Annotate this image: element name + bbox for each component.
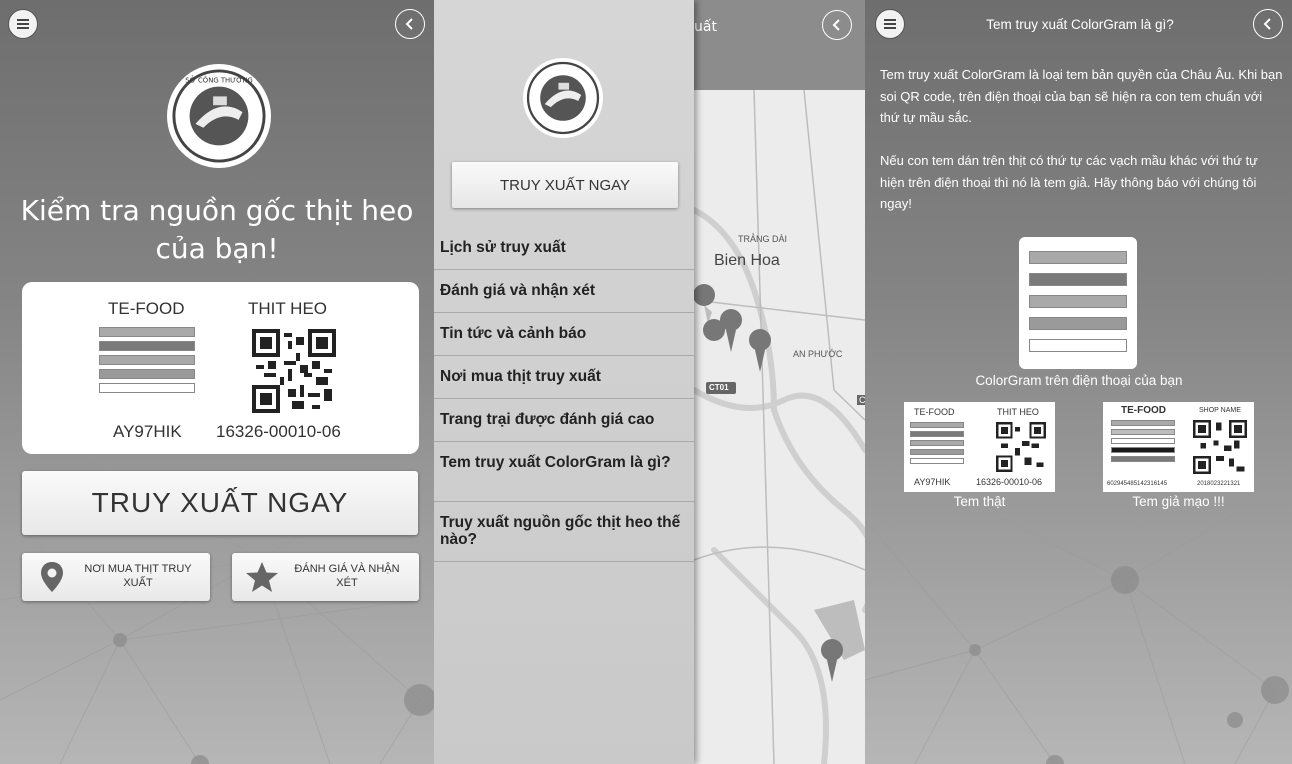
- menu-item-reviews[interactable]: Đánh giá và nhận xét: [434, 270, 694, 313]
- menu-icon: [884, 19, 896, 29]
- color-bars: [99, 327, 195, 397]
- color-bar: [1029, 295, 1127, 308]
- star-icon: [246, 562, 278, 592]
- map-road-edge-label: C: [857, 395, 865, 405]
- rate-review-button[interactable]: ĐÁNH GIÁ VÀ NHẬN XÉT: [232, 553, 419, 601]
- color-bar: [910, 449, 964, 455]
- fake-qr-code: [1193, 420, 1247, 474]
- real-code-left: AY97HIK: [914, 477, 951, 487]
- real-label-card: TE-FOOD THIT HEO AY97HIK 16326-00010-06: [904, 402, 1055, 492]
- menu-icon: [17, 19, 29, 29]
- menu-item-news[interactable]: Tin tức và cảnh báo: [434, 313, 694, 356]
- color-bar: [99, 369, 195, 379]
- color-bar: [910, 458, 964, 464]
- department-logo: SỞ CÔNG THƯƠNG: [167, 64, 271, 168]
- sample-colorgram-card: TE-FOOD THIT HEO AY97HIK 16326-00010-06: [22, 282, 419, 454]
- trace-now-button[interactable]: TRUY XUẤT NGAY: [22, 471, 418, 535]
- card-code-right: 16326-00010-06: [216, 422, 341, 441]
- menu-item-history[interactable]: Lịch sử truy xuất: [434, 227, 694, 270]
- nav-drawer: TRUY XUẤT NGAY Lịch sử truy xuất Đánh gi…: [434, 0, 694, 764]
- color-bar: [99, 327, 195, 337]
- color-bar: [910, 431, 964, 437]
- map-header-title: uất: [694, 19, 717, 35]
- color-bar: [99, 355, 195, 365]
- real-brand: TE-FOOD: [914, 407, 955, 417]
- card-product: THIT HEO: [248, 299, 328, 318]
- color-bar: [1111, 429, 1175, 435]
- color-bar: [1029, 317, 1127, 330]
- color-bar: [1111, 456, 1175, 462]
- color-bar: [1029, 273, 1127, 286]
- fake-color-bars: [1111, 420, 1175, 462]
- real-product: THIT HEO: [997, 407, 1039, 417]
- map-header: uất: [694, 0, 865, 90]
- page-title: Tem truy xuất ColorGram là gì?: [986, 17, 1174, 32]
- back-button[interactable]: [1253, 9, 1283, 39]
- map-road-label: CT01: [709, 383, 729, 392]
- map-canvas: [694, 90, 865, 764]
- menu-item-colorgram[interactable]: Tem truy xuất ColorGram là gì?: [434, 442, 694, 502]
- color-bar: [1111, 438, 1175, 444]
- menu-button[interactable]: [875, 9, 905, 39]
- menu-item-where-to-buy[interactable]: Nơi mua thịt truy xuất: [434, 356, 694, 399]
- qr-code: [252, 329, 336, 413]
- map-label-an-phuoc: AN PHƯỚC: [793, 349, 843, 359]
- fake-shop-name: SHOP NAME: [1199, 407, 1241, 414]
- back-button[interactable]: [395, 9, 425, 39]
- where-to-buy-label: NƠI MUA THỊT TRUY XUẤT: [84, 563, 192, 589]
- color-bar: [910, 440, 964, 446]
- color-bar: [910, 422, 964, 428]
- svg-text:SỞ CÔNG THƯƠNG: SỞ CÔNG THƯƠNG: [185, 75, 253, 85]
- card-code-left: AY97HIK: [113, 422, 182, 441]
- drawer-menu: Lịch sử truy xuất Đánh giá và nhận xét T…: [434, 227, 694, 562]
- fake-code-right: 2018023221321: [1197, 481, 1241, 487]
- color-bar: [1111, 447, 1175, 453]
- home-screen: SỞ CÔNG THƯƠNG Kiểm tra nguồn gốc thịt h…: [0, 0, 434, 764]
- phone-colorgram-card: [1019, 237, 1137, 369]
- menu-item-how-to-trace[interactable]: Truy xuất nguồn gốc thịt heo thế nào?: [434, 502, 694, 562]
- fake-code-left: 602945485142316145: [1107, 481, 1168, 487]
- rate-review-label: ĐÁNH GIÁ VÀ NHẬN XÉT: [294, 563, 400, 589]
- menu-item-top-farms[interactable]: Trang trại được đánh giá cao: [434, 399, 694, 442]
- color-bar: [1029, 251, 1127, 264]
- intro-paragraph: Tem truy xuất ColorGram là loại tem bản …: [880, 67, 1283, 125]
- back-icon: [405, 18, 413, 30]
- map-view[interactable]: uất TRẢNG DÀI Bien Hoa AN PHƯỚC CT01 C: [694, 0, 865, 764]
- real-qr-code: [996, 422, 1046, 472]
- color-bar: [99, 383, 195, 393]
- back-icon: [1263, 18, 1271, 30]
- map-pin-icon: [41, 562, 63, 592]
- drawer-logo: [523, 58, 603, 138]
- drawer-screen: uất TRẢNG DÀI Bien Hoa AN PHƯỚC CT01 C T…: [434, 0, 865, 764]
- fake-label-caption: Tem giả mạo !!!: [1132, 494, 1225, 509]
- warning-paragraph: Nếu con tem dán trên thịt có thứ tự các …: [880, 153, 1258, 211]
- color-bar: [99, 341, 195, 351]
- fake-label-card: TE-FOOD SHOP NAME 602945485142316145 201…: [1103, 402, 1254, 492]
- real-color-bars: [910, 422, 964, 464]
- map-back-button[interactable]: [822, 10, 852, 40]
- real-label-caption: Tem thật: [953, 494, 1006, 509]
- back-icon: [832, 19, 840, 31]
- card-brand: TE-FOOD: [108, 299, 185, 318]
- where-to-buy-button[interactable]: NƠI MUA THỊT TRUY XUẤT: [22, 553, 210, 601]
- page-title: Kiểm tra nguồn gốc thịt heo của bạn!: [20, 194, 414, 265]
- color-bar: [1029, 339, 1127, 352]
- drawer-trace-now-button[interactable]: TRUY XUẤT NGAY: [452, 162, 678, 208]
- fake-brand: TE-FOOD: [1121, 405, 1166, 416]
- real-code-right: 16326-00010-06: [976, 477, 1043, 487]
- map-label-bien-hoa: Bien Hoa: [714, 252, 780, 269]
- map-label-trang-dai: TRẢNG DÀI: [738, 234, 788, 244]
- color-bar: [1111, 420, 1175, 426]
- colorgram-info-screen: Tem truy xuất ColorGram là gì? Tem truy …: [865, 0, 1292, 764]
- phone-colorgram-caption: ColorGram trên điện thoại của bạn: [975, 373, 1183, 388]
- menu-button[interactable]: [8, 9, 38, 39]
